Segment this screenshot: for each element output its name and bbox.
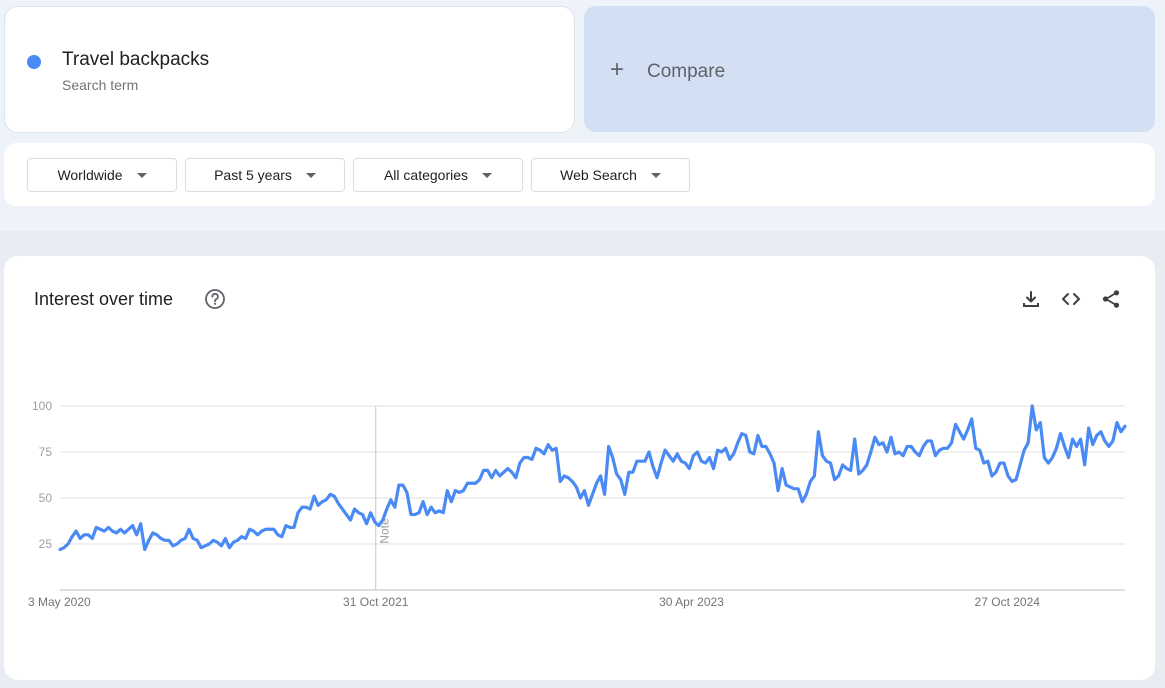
x-tick-label: 3 May 2020	[28, 595, 91, 609]
dropdown-arrow-icon	[650, 172, 661, 178]
series-color-dot	[27, 55, 41, 69]
search-type-filter-dropdown[interactable]: Web Search	[531, 158, 690, 192]
interest-over-time-card: Interest over time 25 50 75 100 3 May 2020 31…	[4, 256, 1155, 680]
x-tick-label: 27 Oct 2024	[975, 595, 1041, 609]
y-tick-label: 50	[39, 491, 53, 505]
category-filter-label: All categories	[383, 167, 469, 183]
y-tick-label: 25	[39, 537, 53, 551]
region-filter-label: Worldwide	[57, 167, 123, 183]
dropdown-arrow-icon	[136, 172, 147, 178]
compare-label: Compare	[647, 61, 726, 82]
search-term-card[interactable]: Travel backpacks Search term	[4, 6, 575, 133]
plus-icon: +	[610, 56, 625, 83]
time-range-filter-dropdown[interactable]: Past 5 years	[185, 158, 345, 192]
dropdown-arrow-icon	[305, 172, 316, 178]
y-tick-label: 75	[39, 445, 53, 459]
x-tick-label: 30 Apr 2023	[659, 595, 724, 609]
x-tick-label: 31 Oct 2021	[343, 595, 409, 609]
compare-button[interactable]: + Compare	[584, 6, 1155, 132]
interest-line-chart: 25 50 75 100 3 May 2020 31 Oct 2021 30 Apr 202…	[28, 399, 1127, 609]
category-filter-dropdown[interactable]: All categories	[353, 158, 523, 192]
dropdown-arrow-icon	[482, 172, 493, 178]
region-filter-dropdown[interactable]: Worldwide	[27, 158, 177, 192]
series-line-travel-backpacks	[58, 404, 1127, 552]
search-type-filter-label: Web Search	[560, 167, 637, 183]
y-tick-label: 100	[32, 399, 52, 413]
time-range-filter-label: Past 5 years	[214, 167, 292, 183]
filter-bar: Worldwide Past 5 years All categories We…	[4, 143, 1155, 206]
search-term-subtitle: Search term	[62, 77, 139, 93]
search-term-name[interactable]: Travel backpacks	[62, 49, 209, 71]
